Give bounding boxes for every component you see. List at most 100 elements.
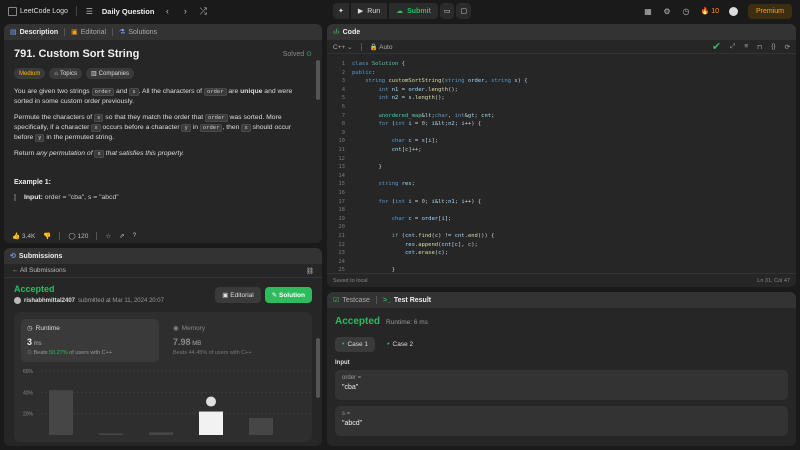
description-footer: 👍 3.4K 👎 ◯ 120 ☆ ⇗ ? [4,228,322,243]
topics-chip[interactable]: ⌂ Topics [49,68,82,79]
chart-bar[interactable] [99,433,123,435]
all-submissions-link[interactable]: ← All Submissions [12,267,66,274]
fullscreen-icon[interactable]: ⤢ [730,43,735,51]
play-icon: ▶ [357,8,364,15]
submissions-panel: ⟲ Submissions ← All Submissions ⛓ Accepte… [4,248,322,446]
avatar[interactable] [728,6,738,16]
help-icon[interactable]: ? [133,232,137,239]
editorial-button[interactable]: ▣ Editorial [215,287,261,303]
debug-button[interactable]: ✦ [333,3,349,19]
braces-icon[interactable]: {} [771,43,775,50]
y-tick-label: 20% [23,412,34,418]
shuffle-icon[interactable]: ⤮ [198,6,208,17]
next-icon[interactable]: › [180,6,190,16]
test-panel: ☑ Testcase >_ Test Result Accepted Runtime… [327,292,796,446]
code-text: public: [352,69,376,76]
tag-icon: ⌂ [54,70,58,77]
submit-button[interactable]: ☁ Submit [389,3,438,19]
code-text: string res; [378,181,415,188]
prev-icon[interactable]: ‹ [162,6,172,16]
layout-icon[interactable]: ▦ [643,7,652,16]
example-input: Input: order = "cba", s = "abcd" [14,194,312,201]
problem-title[interactable]: 791. Custom Sort String [14,48,139,60]
runtime-stat[interactable]: ◷ Runtime 3 ms ⚇ Beats 50.27% of users wi… [21,319,159,362]
logo-icon [8,6,17,16]
saved-status: Saved to local [333,277,368,284]
test-runtime: Runtime: 6 ms [386,319,428,326]
premium-button[interactable]: Premium [747,3,792,19]
tab-submissions[interactable]: ⟲ Submissions [10,252,62,261]
tab-description[interactable]: ▤ Description [10,28,58,37]
problem-statement: You are given two strings order and s. A… [14,88,293,158]
user-marker-avatar [206,396,216,407]
whiteboard-button[interactable]: ▭ [439,3,455,19]
code-text: int n1 = order.length(); [378,86,459,93]
run-controls: ✦ ▶ Run ☁ Submit ▭ ▢ [333,3,472,19]
test-status: Accepted [335,316,381,327]
comments-button[interactable]: ◯ 120 [68,232,88,240]
notes-button[interactable]: ▢ [456,3,472,19]
input-label: Input [335,360,350,366]
input-s-box: s = "abcd" [335,406,788,436]
reset-icon[interactable]: ⟳ [785,43,790,51]
dislike-button[interactable]: 👎 [43,232,51,240]
code-text: int n2 = s.length(); [378,95,445,102]
chart-bar[interactable] [199,411,223,435]
code-editor[interactable]: 1 class Solution {2 public: 3 string custom… [327,54,796,273]
language-select[interactable]: C++ ⌄ [333,43,353,51]
tab-testcase[interactable]: ☑ Testcase [333,296,370,305]
code-text: cnt.erase(c); [404,250,449,257]
daily-question-title[interactable]: Daily Question [102,7,155,16]
like-button[interactable]: 👍 3.4K [12,232,35,240]
link-icon[interactable]: ⛓ [306,267,314,275]
scrollbar[interactable] [316,338,320,398]
auto-mode[interactable]: 🔒 Auto [370,43,393,51]
code-text: res.append(cnt[c], c); [404,241,478,248]
description-panel: ▤ Description ▣ Editorial ⚗ Solutions 791. … [4,24,322,243]
chart-bar[interactable] [249,417,273,435]
lock-icon: 🔒 [369,43,378,51]
avatar[interactable] [14,297,21,304]
flask-icon: ⚗ [119,29,126,36]
tab-test-result[interactable]: >_ Test Result [383,297,431,304]
memory-chip-icon: ◉ [173,325,179,332]
difficulty-chip[interactable]: Medium [14,68,46,79]
example-title: Example 1: [14,179,51,186]
y-tick-label: 60% [23,369,34,375]
solved-badge: Solved ⊙ [282,50,312,59]
y-tick-label: 40% [23,390,34,396]
submission-status: Accepted [14,284,55,294]
code-text: string customSortString(string order, st… [365,78,528,85]
chart-bar[interactable] [149,432,173,435]
code-icon: ‹/› [333,28,340,36]
run-button[interactable]: ▶ Run [350,3,388,19]
share-icon[interactable]: ⇗ [119,232,124,240]
tab-code[interactable]: ‹/› Code [333,29,360,36]
thumbs-up-icon: 👍 [12,232,21,240]
chart-bar[interactable] [49,390,73,435]
bug-icon: ✦ [338,8,344,15]
scrollbar[interactable] [316,60,320,100]
code-panel: ‹/› Code C++ ⌄ 🔒 Auto ✔ ⤢ ≡ ⊓ {} ⟳ 1 class… [327,24,796,287]
code-text: char c = order[i]; [391,215,452,222]
beats-icon: ⚇ [27,350,32,356]
settings-icon[interactable]: ⚙ [662,7,671,16]
description-body: 791. Custom Sort String Solved ⊙ Medium ⌂… [4,40,322,228]
solution-button[interactable]: ✎ Solution [264,287,312,303]
case-2-tab[interactable]: • Case 2 [380,337,420,352]
list-icon[interactable]: ☰ [85,7,94,16]
favorite-star-icon[interactable]: ☆ [105,232,111,240]
memory-stat[interactable]: ◉ Memory 7.98 MB Beats 44.45% of users wi… [167,319,305,362]
leetcode-logo[interactable]: LeetCode Logo [8,6,68,16]
case-1-tab[interactable]: • Case 1 [335,337,376,352]
format-icon[interactable]: ≡ [744,43,748,50]
bookmark-icon[interactable]: ⊓ [757,43,762,51]
streak-counter[interactable]: 🔥 10 [700,7,719,16]
code-text: cnt[c]++; [391,147,422,153]
tab-editorial[interactable]: ▣ Editorial [71,28,106,37]
timer-icon[interactable]: ◷ [681,7,690,16]
clock-icon: ◷ [27,325,33,332]
code-text: unordered_map&lt;char, int&gt; cnt; [378,112,495,119]
companies-chip[interactable]: ▥ Companies [85,68,135,79]
tab-solutions[interactable]: ⚗ Solutions [119,28,157,37]
